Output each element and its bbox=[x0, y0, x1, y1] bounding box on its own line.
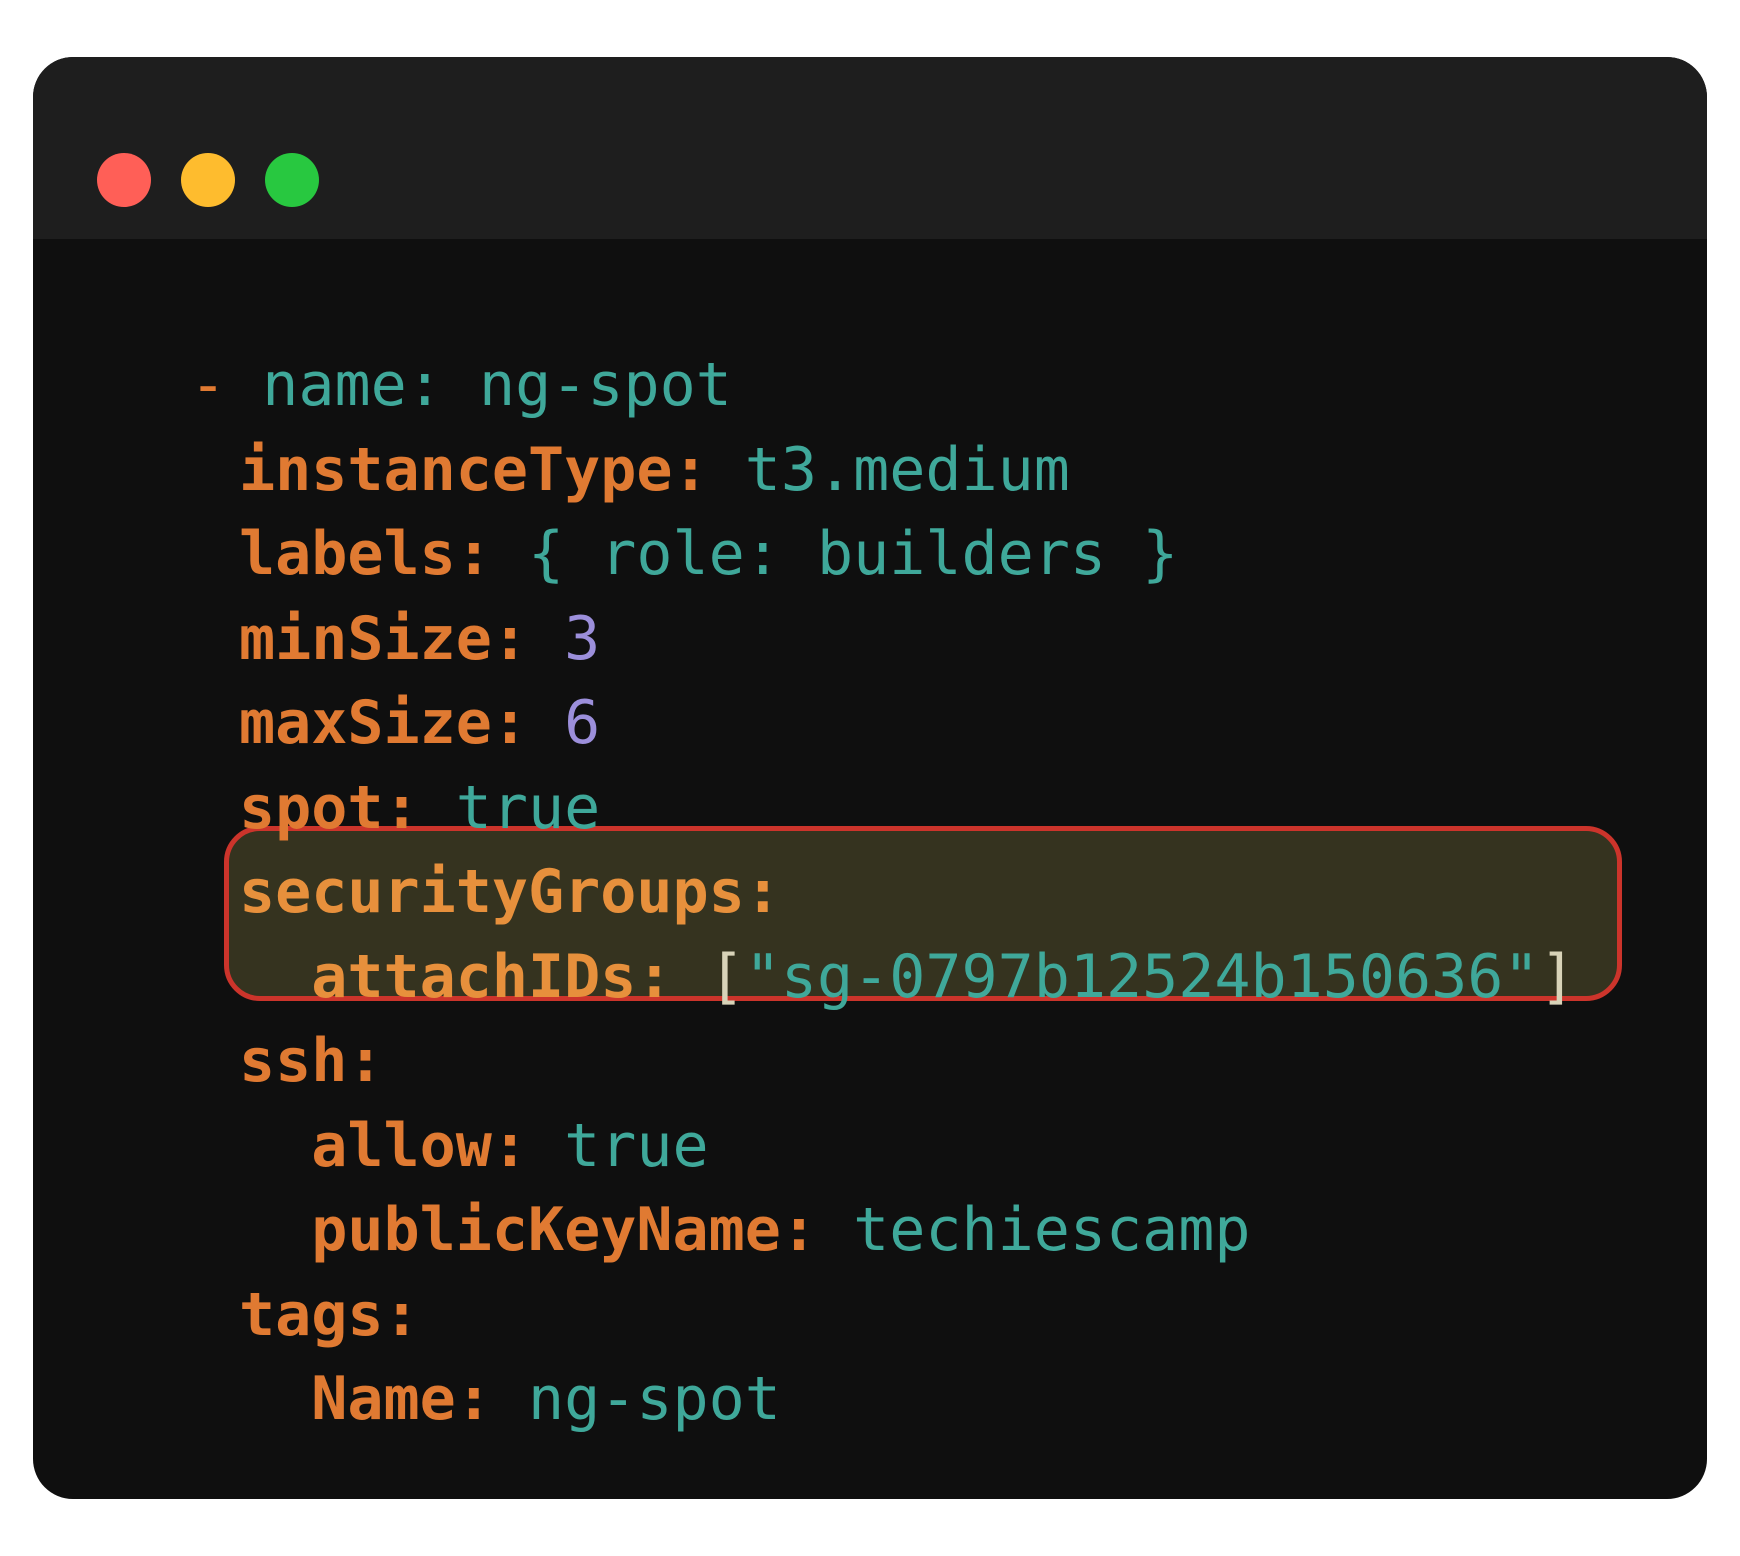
close-button[interactable] bbox=[97, 153, 151, 207]
code-token: { role: builders } bbox=[491, 519, 1179, 589]
code-token: maxSize: bbox=[239, 688, 528, 758]
code-token: minSize: bbox=[239, 603, 528, 674]
maximize-button[interactable] bbox=[265, 153, 319, 207]
code-line: Name: ng-spot bbox=[239, 1357, 781, 1441]
code-token: name: ng-spot bbox=[262, 350, 732, 420]
minimize-button[interactable] bbox=[181, 153, 235, 207]
code-token: publicKeyName: bbox=[239, 1195, 817, 1265]
code-token: techiescamp bbox=[816, 1195, 1251, 1265]
code-token: - bbox=[190, 350, 263, 420]
code-token: securityGroups: bbox=[239, 857, 781, 927]
code-line: ssh: bbox=[239, 1019, 384, 1103]
code-token: tags: bbox=[239, 1279, 420, 1350]
window-titlebar bbox=[33, 57, 1707, 239]
code-window: - name: ng-spot instanceType: t3.medium la… bbox=[33, 57, 1707, 1499]
code-token: spot: bbox=[239, 772, 420, 843]
code-token: ] bbox=[1539, 941, 1576, 1012]
code-token: t3.medium bbox=[708, 434, 1070, 505]
code-token: [ bbox=[672, 941, 745, 1012]
code-token: ng-spot bbox=[491, 1364, 781, 1434]
code-token: true bbox=[527, 1110, 709, 1181]
code-token: instanceType: bbox=[239, 434, 709, 505]
code-token: labels: bbox=[239, 519, 492, 589]
code-token: Name: bbox=[239, 1364, 492, 1434]
code-line: tags: bbox=[239, 1273, 420, 1357]
code-token: allow: bbox=[239, 1110, 528, 1181]
code-line: allow: true bbox=[239, 1104, 709, 1188]
code-token: true bbox=[419, 772, 601, 843]
code-line: maxSize: 6 bbox=[239, 681, 600, 765]
code-line: - name: ng-spot bbox=[190, 343, 732, 427]
code-token: "sg-0797b12524b150636" bbox=[744, 941, 1540, 1012]
code-token: ssh: bbox=[239, 1026, 384, 1096]
code-token: attachIDs: bbox=[239, 941, 673, 1012]
code-line: attachIDs: ["sg-0797b12524b150636"] bbox=[239, 935, 1576, 1019]
code-line: labels: { role: builders } bbox=[239, 512, 1178, 596]
code-token: 3 bbox=[527, 603, 601, 674]
code-line: minSize: 3 bbox=[239, 597, 600, 681]
code-line: publicKeyName: techiescamp bbox=[239, 1188, 1250, 1272]
code-line: spot: true bbox=[239, 766, 600, 850]
code-token: 6 bbox=[527, 688, 601, 758]
code-line: instanceType: t3.medium bbox=[239, 428, 1070, 512]
code-line: securityGroups: bbox=[239, 850, 781, 934]
